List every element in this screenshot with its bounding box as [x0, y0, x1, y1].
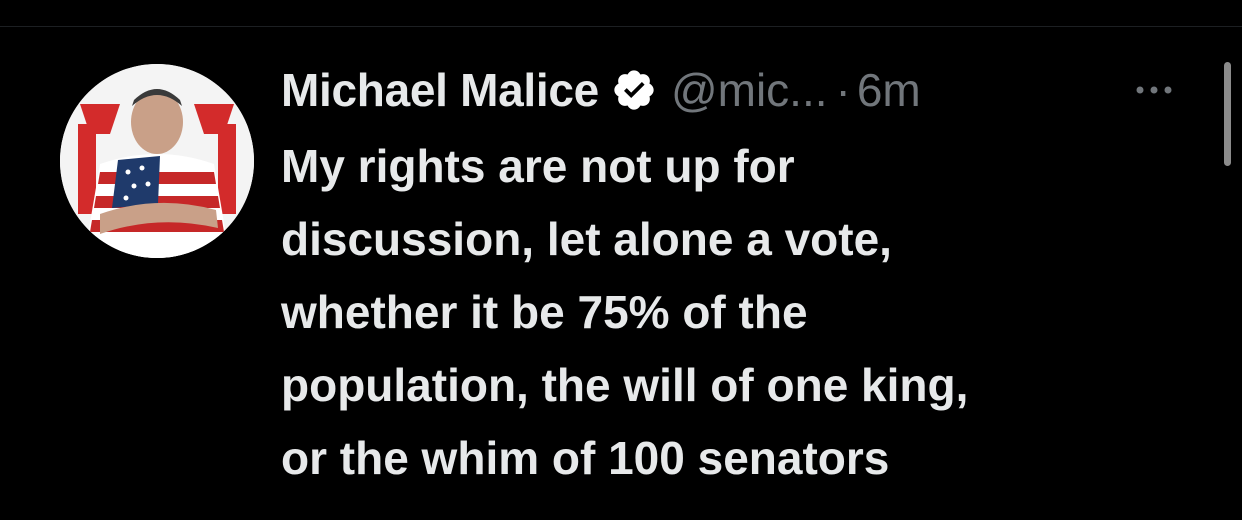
author-display-name[interactable]: Michael Malice	[281, 63, 599, 117]
more-options-icon	[1136, 86, 1172, 94]
tweet-header: Michael Malice @mic... · 6m	[281, 62, 921, 118]
separator-dot: ·	[835, 64, 851, 116]
top-divider	[0, 26, 1242, 27]
scrollbar-thumb[interactable]	[1224, 62, 1231, 166]
tweet-text-line: whether it be 75% of the	[281, 286, 808, 338]
tweet-text-line: or the whim of 100 senators	[281, 432, 890, 484]
tweet-text-line: discussion, let alone a vote,	[281, 213, 892, 265]
verified-badge-icon	[611, 67, 657, 113]
tweet-text: My rights are not up for discussion, let…	[281, 130, 1181, 495]
tweet-text-line: My rights are not up for	[281, 140, 795, 192]
tweet-timestamp[interactable]: 6m	[857, 63, 921, 117]
author-handle[interactable]: @mic...	[671, 63, 828, 117]
more-options-button[interactable]	[1130, 74, 1178, 106]
avatar[interactable]	[60, 64, 254, 258]
tweet-text-line: population, the will of one king,	[281, 359, 969, 411]
avatar-image	[60, 64, 254, 258]
